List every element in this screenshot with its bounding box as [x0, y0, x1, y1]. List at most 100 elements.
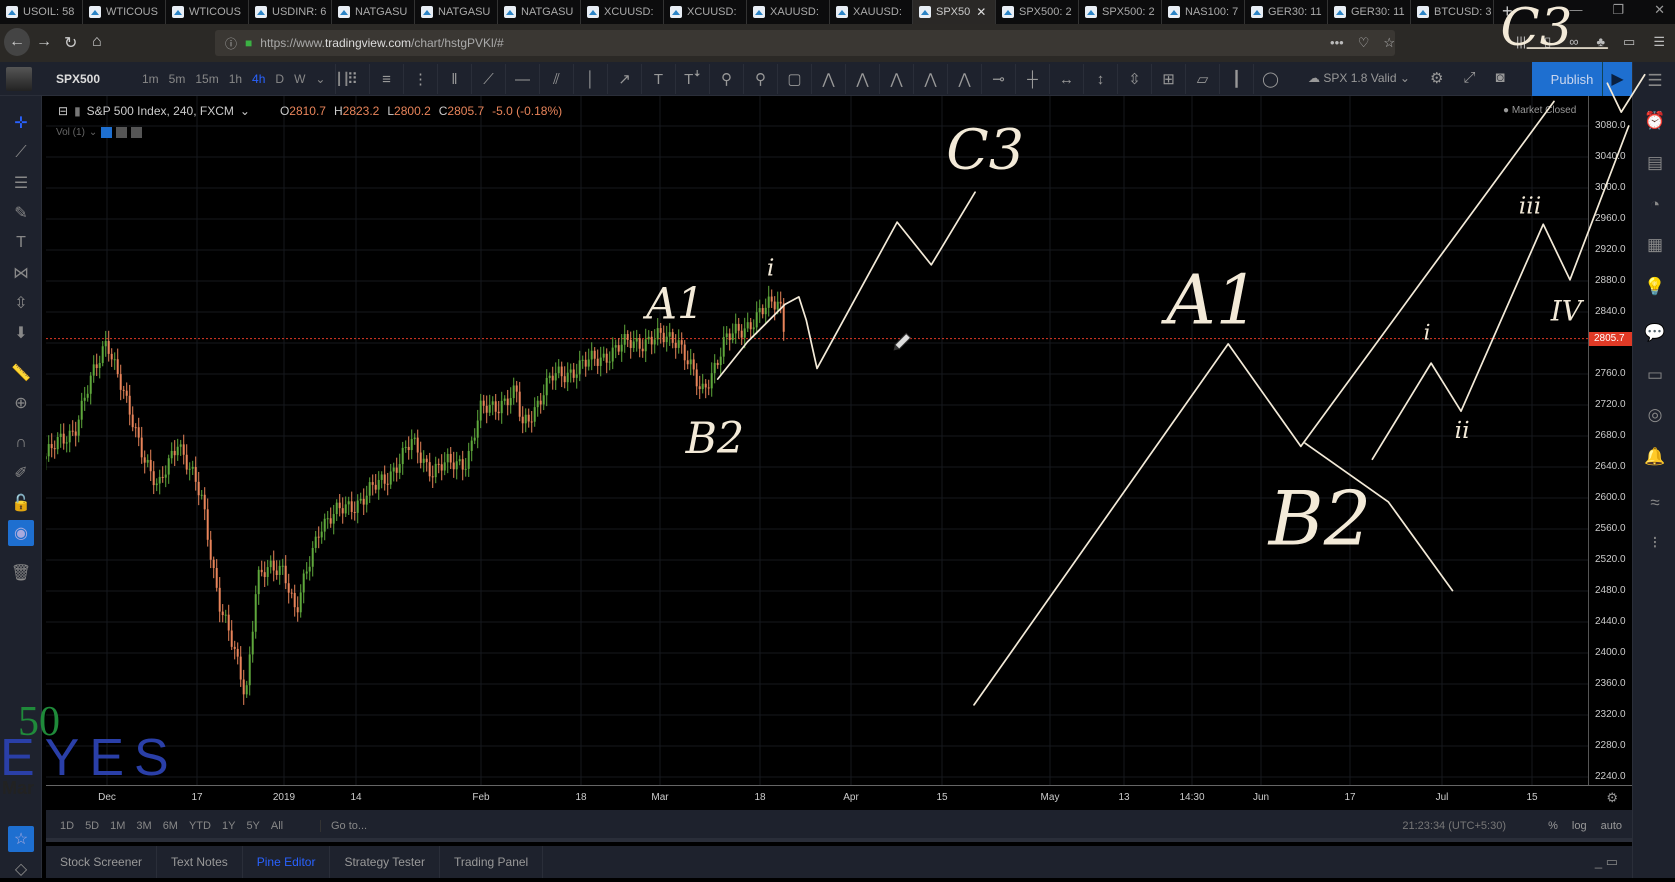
interval-15m[interactable]: 15m: [195, 72, 218, 86]
browser-tab[interactable]: GER30: 11: [1328, 0, 1411, 24]
range-1M[interactable]: 1M: [110, 820, 125, 832]
horizontal-line-icon[interactable]: —: [505, 64, 539, 94]
price-range-icon[interactable]: ↕: [1083, 64, 1117, 94]
chevron-down-icon[interactable]: ⌄: [315, 72, 325, 86]
extension-icon[interactable]: ♣: [1597, 34, 1606, 50]
brush-icon[interactable]: ✎: [8, 200, 34, 226]
dom-icon[interactable]: ⁝: [1642, 530, 1668, 556]
browser-tab[interactable]: SPX500: 2: [996, 0, 1079, 24]
range-1D[interactable]: 1D: [60, 820, 74, 832]
settings-icon[interactable]: ⚙: [1430, 69, 1443, 87]
home-icon[interactable]: ⌂: [92, 33, 102, 51]
forward-icon[interactable]: →: [36, 33, 52, 51]
prediction-icon[interactable]: ⇳: [8, 290, 34, 316]
scale-auto[interactable]: auto: [1601, 820, 1622, 832]
range-5Y[interactable]: 5Y: [246, 820, 259, 832]
ellipse-icon[interactable]: ◯: [1253, 64, 1287, 94]
vertical-line-icon[interactable]: │: [573, 64, 607, 94]
zoom-in-icon[interactable]: ⊕: [8, 390, 34, 416]
watchlist-icon[interactable]: ☰: [1642, 68, 1668, 94]
range-All[interactable]: All: [271, 820, 283, 832]
extension-icon[interactable]: ∞: [1569, 34, 1578, 50]
axis-settings-icon[interactable]: ⚙: [1606, 790, 1618, 806]
collapse-icon[interactable]: ⊟: [58, 104, 68, 118]
eye-icon[interactable]: [101, 127, 113, 138]
menu-icon[interactable]: ☰: [1653, 34, 1665, 50]
scale-percent[interactable]: %: [1548, 820, 1558, 832]
browser-tab[interactable]: XAUUSD:: [747, 0, 830, 24]
horizontal-ray-icon[interactable]: ⊸: [981, 64, 1015, 94]
back-icon[interactable]: ←: [4, 28, 30, 56]
bookmark-star-icon[interactable]: ☆: [1383, 35, 1395, 51]
pattern-icon[interactable]: ⋈: [8, 260, 34, 286]
url-field[interactable]: ⓘ ■ https://www. tradingview.com/chart/hst…: [215, 30, 1395, 56]
bottom-tab[interactable]: Stock Screener: [46, 846, 158, 878]
interval-1m[interactable]: 1m: [142, 72, 159, 86]
chat-icon[interactable]: ▭: [1642, 362, 1668, 388]
range-3M[interactable]: 3M: [136, 820, 151, 832]
publish-button[interactable]: Publish: [1532, 62, 1612, 96]
screen-icon[interactable]: ▭: [1623, 34, 1635, 50]
hide-drawings-icon[interactable]: ◉: [8, 520, 34, 546]
pitchfork-icon[interactable]: ⋮: [403, 64, 437, 94]
anchored-pin-icon[interactable]: ⚲: [743, 64, 777, 94]
interval-4h[interactable]: 4h: [252, 72, 265, 86]
layers-icon[interactable]: ◇: [8, 856, 34, 882]
calendar-icon[interactable]: ▦: [1642, 232, 1668, 258]
fullscreen-icon[interactable]: ⤢: [1463, 69, 1475, 87]
stay-drawing-icon[interactable]: ✐: [8, 460, 34, 486]
series-title[interactable]: S&P 500 Index, 240, FXCM: [87, 104, 234, 118]
trading-icon[interactable]: ≈: [1642, 490, 1668, 516]
anchored-text-icon[interactable]: Tꜜ: [675, 64, 709, 94]
ideas-icon[interactable]: 💡: [1642, 274, 1668, 300]
price-axis[interactable]: 3080.0 3040.0 3000.0 2960.0 2920.0 2880.0 2840…: [1588, 96, 1633, 785]
trendline-icon[interactable]: ⟋: [471, 64, 505, 94]
date-range-icon[interactable]: ↔: [1049, 64, 1083, 94]
new-tab-icon[interactable]: +: [1502, 0, 1513, 24]
goto-date-button[interactable]: Go to...: [320, 820, 367, 832]
magnet-icon[interactable]: ∩: [8, 430, 34, 456]
xabcd-icon[interactable]: ⋀: [811, 64, 845, 94]
parallel-channel-icon[interactable]: ⫽: [539, 64, 573, 94]
trendline-icon[interactable]: ⟋: [8, 140, 34, 166]
long-position-icon[interactable]: ⊞: [1151, 64, 1185, 94]
cross-line-icon[interactable]: ┼: [1015, 64, 1049, 94]
watchlist-star-icon[interactable]: ☆: [8, 826, 34, 852]
trash-icon[interactable]: 🗑: [8, 560, 34, 586]
minimize-icon[interactable]: —: [1569, 2, 1582, 18]
text-icon[interactable]: T: [8, 230, 34, 256]
arrow-icon[interactable]: ↗: [607, 64, 641, 94]
camera-icon[interactable]: ◙: [1495, 69, 1504, 87]
sidebar-icon[interactable]: ▯: [1544, 34, 1551, 50]
ruler-icon[interactable]: 📏: [8, 360, 34, 386]
close-window-icon[interactable]: ✕: [1654, 2, 1665, 18]
gann-icon[interactable]: ‖: [437, 64, 471, 94]
library-icon[interactable]: |||: [1516, 34, 1526, 50]
callout-icon[interactable]: ▱: [1185, 64, 1219, 94]
rectangle-icon[interactable]: ▢: [777, 64, 811, 94]
chart-pane[interactable]: [46, 96, 1588, 785]
crosshair-icon[interactable]: ✛: [8, 110, 34, 136]
more-icon[interactable]: •••: [1330, 35, 1344, 51]
interval-D[interactable]: D: [275, 72, 284, 86]
abcde-icon[interactable]: ⋀: [879, 64, 913, 94]
bell-icon[interactable]: 🔔: [1642, 444, 1668, 470]
bottom-tab[interactable]: Pine Editor: [243, 846, 331, 878]
close-icon[interactable]: [131, 127, 143, 138]
browser-tab[interactable]: NATGASU: [332, 0, 415, 24]
browser-tab[interactable]: USOIL: 58: [0, 0, 83, 24]
time-axis[interactable]: ⚙ Dec 17 2019 14 Feb 18 Mar 18 Apr 15 May 13 14:30 Jun…: [46, 785, 1632, 810]
browser-tab[interactable]: WTICOUS: [83, 0, 166, 24]
alarm-clock-icon[interactable]: ⏰: [1642, 108, 1668, 134]
price-date-range-icon[interactable]: ⇳: [1117, 64, 1151, 94]
pin-icon[interactable]: ⚲: [709, 64, 743, 94]
bottom-tab[interactable]: Strategy Tester: [330, 846, 440, 878]
volume-label[interactable]: Vol (1): [56, 127, 85, 138]
data-window-icon[interactable]: ▤: [1642, 150, 1668, 176]
interval-5m[interactable]: 5m: [169, 72, 186, 86]
maximize-panel-icon[interactable]: _ ▭: [1595, 854, 1618, 870]
lines-icon[interactable]: ≡: [369, 64, 403, 94]
range-6M[interactable]: 6M: [163, 820, 178, 832]
text-icon[interactable]: T: [641, 64, 675, 94]
browser-tab[interactable]: SPX500: 2: [1079, 0, 1162, 24]
